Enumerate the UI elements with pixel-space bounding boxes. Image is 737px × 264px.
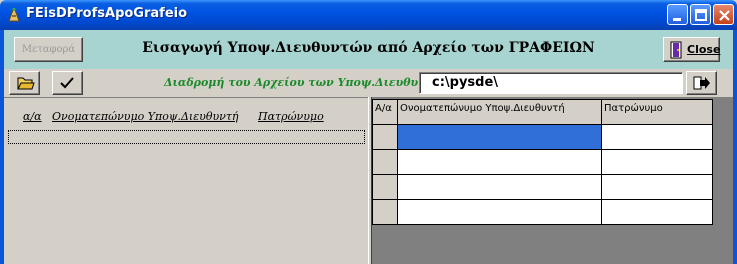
table-row[interactable] bbox=[372, 124, 713, 150]
minimize-icon bbox=[673, 18, 681, 21]
path-input[interactable]: c:\pysde\ bbox=[419, 72, 683, 94]
confirm-button[interactable] bbox=[52, 71, 83, 95]
left-col-father: Πατρώνυμο bbox=[258, 110, 324, 123]
close-icon bbox=[719, 10, 730, 21]
grid-cell[interactable] bbox=[397, 174, 602, 200]
row-indicator[interactable] bbox=[372, 124, 398, 150]
grid-header-row: Α/α Ονοματεπώνυμο Υποψ.Διευθυντή Πατρώνυ… bbox=[372, 99, 713, 125]
app-icon bbox=[8, 7, 20, 22]
row-indicator[interactable] bbox=[372, 174, 398, 200]
door-icon bbox=[670, 41, 682, 59]
table-row[interactable] bbox=[372, 149, 713, 175]
minimize-button[interactable] bbox=[667, 4, 688, 25]
folder-icon bbox=[17, 77, 35, 90]
list-item[interactable] bbox=[8, 130, 365, 144]
grid-cell[interactable] bbox=[601, 149, 713, 175]
grid-cell[interactable] bbox=[397, 199, 602, 225]
left-list-pane: α/α Ονοματεπώνυμο Υποψ.Διευθυντή Πατρώνυ… bbox=[4, 97, 368, 264]
browse-button[interactable] bbox=[686, 71, 717, 95]
data-grid: Α/α Ονοματεπώνυμο Υποψ.Διευθυντή Πατρώνυ… bbox=[372, 97, 733, 264]
grid-cell-selected[interactable] bbox=[397, 124, 602, 150]
row-indicator[interactable] bbox=[372, 199, 398, 225]
toolbar: Διαδρομή του Αρχείου των Υποψ.Διευθυντών… bbox=[4, 69, 733, 97]
arrow-right-icon bbox=[693, 76, 710, 90]
table-row[interactable] bbox=[372, 199, 713, 225]
grid-col-name[interactable]: Ονοματεπώνυμο Υποψ.Διευθυντή bbox=[397, 99, 602, 125]
maximize-button[interactable] bbox=[690, 4, 711, 25]
header-panel: Μεταφορά Εισαγωγή Υποψ.Διευθυντών από Αρ… bbox=[4, 30, 733, 69]
grid-col-aa[interactable]: Α/α bbox=[372, 99, 398, 125]
page-title: Εισαγωγή Υποψ.Διευθυντών από Αρχείο των … bbox=[142, 40, 595, 56]
close-button[interactable]: Close bbox=[663, 37, 720, 62]
close-window-button[interactable] bbox=[713, 4, 734, 25]
grid-cell[interactable] bbox=[397, 149, 602, 175]
title-bar: FEisDProfsApoGrafeio bbox=[0, 0, 737, 30]
left-col-name: Ονοματεπώνυμο Υποψ.Διευθυντή bbox=[52, 110, 239, 123]
checkmark-icon bbox=[60, 77, 74, 89]
table-row[interactable] bbox=[372, 174, 713, 200]
left-col-aa: α/α bbox=[23, 110, 42, 123]
row-indicator[interactable] bbox=[372, 149, 398, 175]
maximize-icon bbox=[695, 9, 707, 21]
close-button-label: Close bbox=[687, 43, 721, 56]
window-title: FEisDProfsApoGrafeio bbox=[26, 6, 188, 21]
grid-cell[interactable] bbox=[601, 199, 713, 225]
grid-cell[interactable] bbox=[601, 124, 713, 150]
open-folder-button[interactable] bbox=[9, 71, 40, 95]
grid-col-father[interactable]: Πατρώνυμο bbox=[601, 99, 713, 125]
path-label: Διαδρομή του Αρχείου των Υποψ.Διευθυντών bbox=[164, 76, 452, 89]
grid-cell[interactable] bbox=[601, 174, 713, 200]
